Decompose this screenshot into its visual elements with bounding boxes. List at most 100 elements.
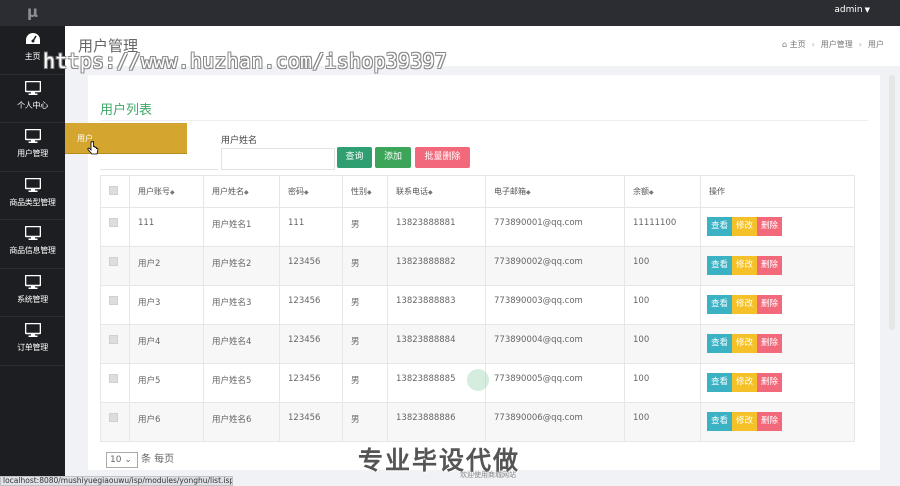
edit-button[interactable]: 修改	[732, 217, 758, 236]
table-cell: 123456	[279, 246, 343, 286]
search-input[interactable]	[221, 148, 335, 170]
row-select-cell	[100, 324, 130, 364]
table-cell: 123456	[279, 285, 343, 325]
sort-icon: ◆	[367, 189, 372, 196]
table-cell: 用户6	[129, 402, 204, 442]
view-button[interactable]: 查看	[707, 334, 733, 353]
table-cell: 773890005@qq.com	[485, 363, 625, 403]
view-button[interactable]: 查看	[707, 295, 733, 314]
column-header-label: 用户姓名	[212, 187, 244, 196]
edit-button[interactable]: 修改	[732, 256, 758, 275]
row-select-cell	[100, 207, 130, 247]
row-checkbox[interactable]	[109, 218, 118, 227]
edit-button[interactable]: 修改	[732, 412, 758, 431]
batch-delete-button[interactable]: 批量删除	[415, 147, 470, 168]
row-select-cell	[100, 363, 130, 403]
row-checkbox[interactable]	[109, 413, 118, 422]
home-icon: ⌂	[781, 40, 788, 49]
sidebar-item-label: 系统管理	[17, 294, 48, 304]
view-button[interactable]: 查看	[707, 217, 733, 236]
top-bar: μ admin ▼	[0, 0, 900, 26]
table-cell: 100	[624, 285, 701, 325]
view-button[interactable]: 查看	[707, 256, 733, 275]
page-size-suffix: 条 每页	[141, 454, 175, 465]
watermark-text: https://www.huzhan.com/ishop39397	[43, 49, 447, 73]
table-row: 用户4 用户姓名4 123456 男 13823888884 773890004@qq.c…	[100, 324, 855, 364]
delete-button[interactable]: 删除	[757, 295, 783, 314]
scrollbar[interactable]	[889, 75, 895, 330]
app-logo: μ	[26, 3, 39, 21]
table-cell: 13823888883	[387, 285, 486, 325]
column-header-label: 电子邮箱	[494, 187, 526, 196]
sort-icon: ◆	[304, 189, 309, 196]
table-row: 用户2 用户姓名2 123456 男 13823888882 773890002@qq.c…	[100, 246, 855, 286]
delete-button[interactable]: 删除	[757, 256, 783, 275]
column-header-label: 性别	[351, 187, 367, 196]
hand-cursor-icon	[87, 141, 99, 155]
table-cell: 用户姓名5	[203, 363, 280, 403]
user-table: 用户账号◆ 用户姓名◆ 密码◆ 性别◆ 联系电话◆ 电子邮箱◆ 余额◆ 操作 111 用户姓名1…	[100, 175, 855, 442]
edit-button[interactable]: 修改	[732, 334, 758, 353]
divider	[100, 120, 868, 121]
sort-icon: ◆	[428, 189, 433, 196]
page-size-select[interactable]: 10 ⌄	[106, 452, 138, 468]
sidebar-item[interactable]: 个人中心	[0, 75, 65, 123]
monitor-icon	[0, 274, 65, 291]
sidebar-item[interactable]: 商品类型管理	[0, 172, 65, 220]
edit-button[interactable]: 修改	[732, 295, 758, 314]
table-cell: 773890004@qq.com	[485, 324, 625, 364]
delete-button[interactable]: 删除	[757, 334, 783, 353]
user-menu[interactable]: admin ▼	[834, 0, 870, 22]
row-checkbox[interactable]	[109, 257, 118, 266]
breadcrumb-home[interactable]: 主页	[790, 40, 806, 49]
card-title: 用户列表	[100, 103, 153, 118]
edit-button[interactable]: 修改	[732, 373, 758, 392]
row-checkbox[interactable]	[109, 374, 118, 383]
column-header[interactable]: 电子邮箱◆	[485, 175, 625, 208]
sidebar-item[interactable]: 系统管理	[0, 269, 65, 317]
sort-icon: ◆	[649, 189, 654, 196]
sidebar-item-label: 商品类型管理	[9, 197, 56, 207]
sidebar-item-label: 个人中心	[17, 100, 48, 110]
table-cell: 用户4	[129, 324, 204, 364]
column-header[interactable]: 性别◆	[342, 175, 388, 208]
delete-button[interactable]: 删除	[757, 373, 783, 392]
row-checkbox[interactable]	[109, 296, 118, 305]
table-cell: 男	[342, 402, 388, 442]
column-header[interactable]: 余额◆	[624, 175, 701, 208]
table-cell: 123456	[279, 363, 343, 403]
row-select-cell	[100, 285, 130, 325]
row-select-cell	[100, 402, 130, 442]
column-header-label: 用户账号	[138, 187, 170, 196]
sidebar-item[interactable]: 订单管理	[0, 317, 65, 366]
delete-button[interactable]: 删除	[757, 217, 783, 236]
monitor-icon	[0, 177, 65, 194]
monitor-icon	[0, 322, 65, 339]
dropdown-menu-item[interactable]: 用户	[65, 123, 187, 154]
delete-button[interactable]: 删除	[757, 412, 783, 431]
row-checkbox[interactable]	[109, 335, 118, 344]
column-header[interactable]: 用户账号◆	[129, 175, 204, 208]
column-header[interactable]: 用户姓名◆	[203, 175, 280, 208]
view-button[interactable]: 查看	[707, 412, 733, 431]
table-cell: 773890006@qq.com	[485, 402, 625, 442]
sidebar-item[interactable]: 商品信息管理	[0, 220, 65, 269]
query-button[interactable]: 查询	[337, 147, 372, 168]
table-cell: 男	[342, 207, 388, 247]
column-header-label: 余额	[633, 187, 649, 196]
table-cell: 123456	[279, 402, 343, 442]
column-header-label: 联系电话	[396, 187, 428, 196]
sidebar-item[interactable]: 用户管理	[0, 123, 65, 172]
view-button[interactable]: 查看	[707, 373, 733, 392]
add-button[interactable]: 添加	[375, 147, 411, 168]
select-all-checkbox[interactable]	[109, 186, 118, 195]
breadcrumb-mid[interactable]: 用户管理	[821, 40, 853, 49]
table-row: 用户6 用户姓名6 123456 男 13823888886 773890006@qq.c…	[100, 402, 855, 442]
table-cell: 11111100	[624, 207, 701, 247]
column-header[interactable]: 密码◆	[279, 175, 343, 208]
table-cell: 773890001@qq.com	[485, 207, 625, 247]
column-header[interactable]: 联系电话◆	[387, 175, 486, 208]
breadcrumb-current: 用户	[868, 40, 884, 49]
sort-icon: ◆	[244, 189, 249, 196]
table-cell: 男	[342, 246, 388, 286]
